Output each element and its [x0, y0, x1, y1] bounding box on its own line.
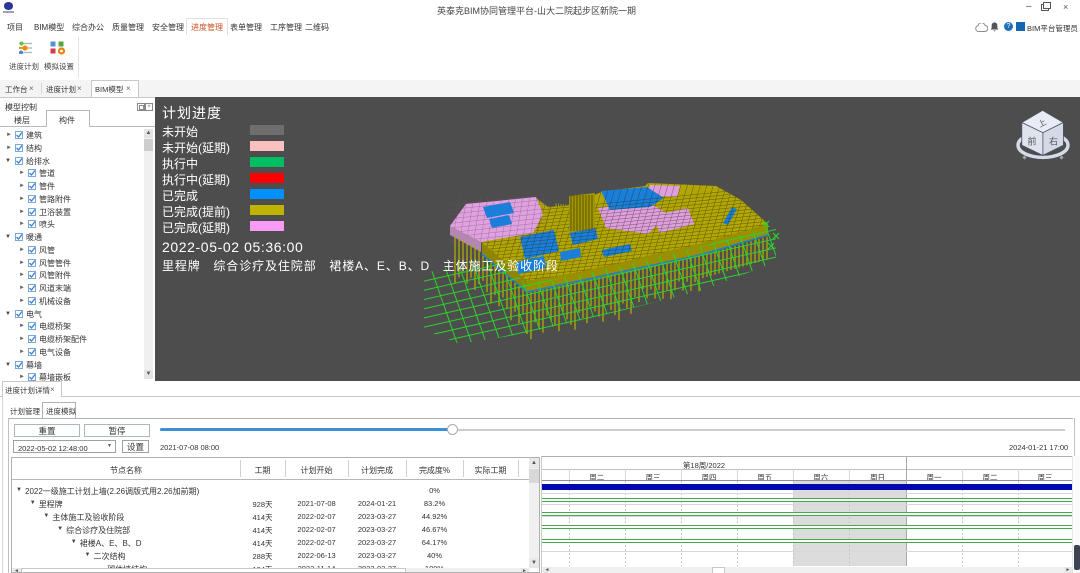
svg-text:前: 前 [1027, 136, 1036, 147]
svg-text:右: 右 [1049, 136, 1058, 147]
